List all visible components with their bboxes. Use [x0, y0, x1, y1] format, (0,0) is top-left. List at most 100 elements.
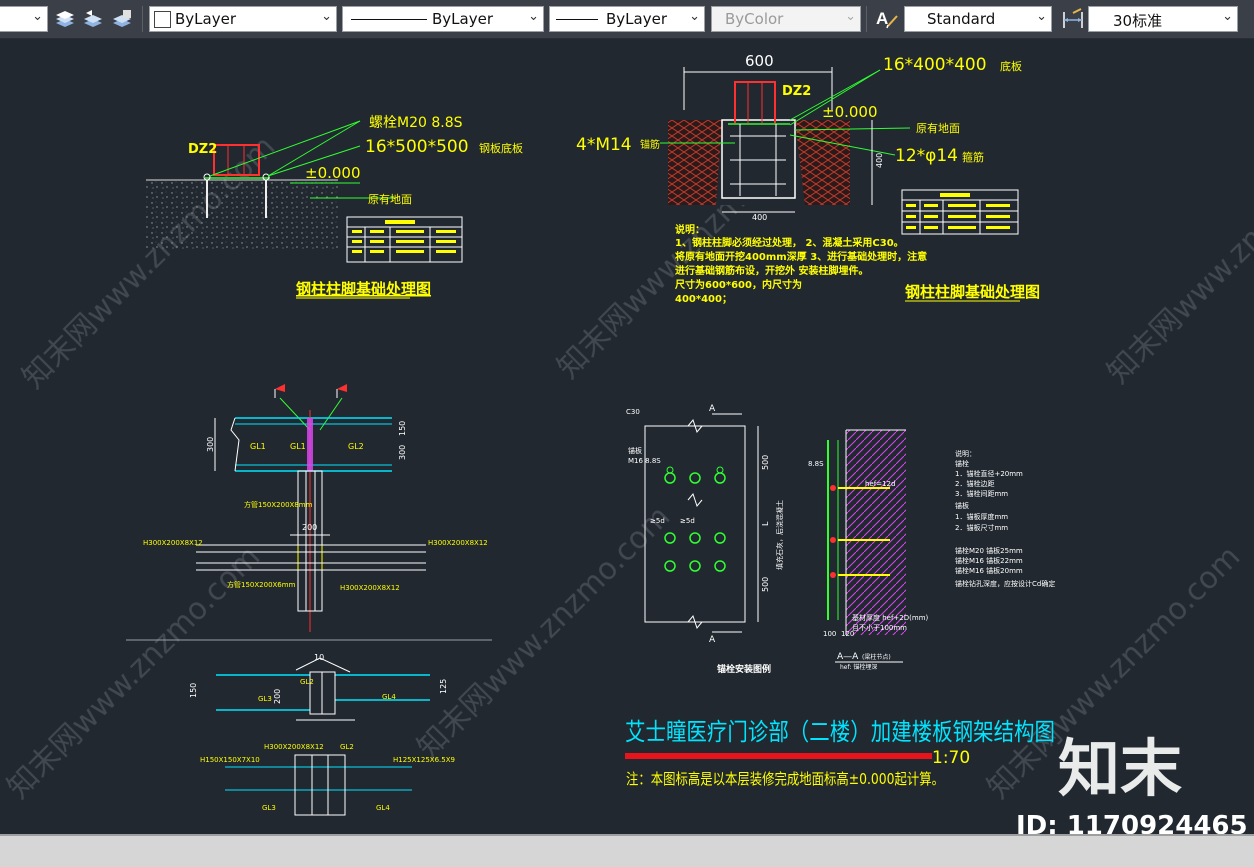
drawing-beam-connection-2: 10 GL3 GL2 GL4 150 200 125 H150X150X7X10…: [189, 653, 455, 816]
dim-150: 150: [398, 421, 407, 436]
section-mark: A: [709, 404, 716, 414]
plate-suffix: 底板: [1000, 59, 1022, 73]
color-swatch: [154, 11, 171, 28]
layer-state-dropdown[interactable]: ⌄: [0, 6, 48, 32]
dim-label: 10: [314, 653, 324, 662]
lineweight-dropdown[interactable]: ByLayer ⌄: [549, 6, 705, 32]
gl1b-label: GL1: [290, 442, 306, 451]
rebar-suffix: 箍筋: [962, 150, 984, 164]
wall-hatch: [846, 430, 906, 635]
drawing-title: 钢柱柱脚基础处理图: [296, 280, 431, 298]
text-style-dropdown[interactable]: Standard ⌄: [904, 6, 1052, 32]
note-line: 尺寸为600*600，内尺寸为: [675, 278, 802, 291]
note-line: 将原有地面开挖400mm深厚 3、进行基础处理时，注意: [675, 250, 927, 263]
main-title: 艾士瞳医疗门诊部（二楼）加建楼板钢架结构图: [625, 718, 1055, 746]
legend-title: 说明：: [955, 449, 976, 458]
gl2-label: GL2: [348, 442, 364, 451]
bolt-label: 8.8S: [808, 460, 824, 468]
dim-125: 125: [439, 679, 448, 694]
title-underline: [625, 753, 932, 759]
lineweight-value: ByLayer: [606, 10, 667, 28]
legend-line: 1．锚栓直径+20mm: [955, 469, 1023, 478]
model-space-canvas[interactable]: 知末网www.znzmo.com 知末网www.znzmo.com 知末网www…: [0, 39, 1254, 834]
dim-b: 120: [841, 630, 854, 638]
top-note: 方管150X200X8mm: [244, 500, 313, 509]
drawing-note: 注：本图标高是以本层装修完成地面标高±0.000起计算。: [626, 770, 944, 788]
h-mid-label: H300X200X8X12: [340, 584, 400, 592]
layer-match-icon[interactable]: [53, 6, 77, 32]
plotstyle-dropdown[interactable]: ByColor ⌄: [711, 6, 861, 32]
anchor-suffix: 锚筋: [640, 138, 660, 151]
legend-line: 1．锚板厚度mm: [955, 512, 1008, 521]
drawing-title: 钢柱柱脚基础处理图: [905, 283, 1040, 301]
toolbar-separator: [866, 6, 867, 32]
chevron-down-icon: ⌄: [528, 9, 539, 24]
drawing-column-base-1: DZ2 螺栓M20 8.8S 16*500*500 钢板底板 ±0.000 原有…: [146, 115, 523, 299]
lineweight-preview: [556, 19, 598, 20]
properties-toolbar: ⌄ ByLayer ⌄ ByLayer ⌄ ByLayer ⌄ ByColor …: [0, 0, 1254, 39]
dim-style-icon[interactable]: [1060, 6, 1086, 32]
dim-a: 100: [823, 630, 836, 638]
dim-500: 500: [761, 455, 770, 470]
note-line: 说明：: [675, 223, 705, 236]
section-title: A—A: [837, 652, 859, 662]
color-dropdown[interactable]: ByLayer ⌄: [149, 6, 337, 32]
chevron-down-icon: ⌄: [321, 9, 332, 24]
gl1-label: GL1: [250, 442, 266, 451]
hef-label: hef=12d: [865, 480, 895, 488]
toolbar-separator: [142, 6, 143, 32]
h-right-label: H125X125X6.5X9: [393, 756, 455, 764]
h-left-label: H150X150X7X10: [200, 756, 260, 764]
layer-isolate-icon[interactable]: [110, 6, 134, 32]
legend-line: 3．锚栓间距mm: [955, 489, 1008, 498]
anchor-bolts: [664, 466, 726, 572]
dim-400: 400: [752, 213, 767, 222]
text-style-icon[interactable]: A: [874, 6, 900, 32]
dim-300: 300: [206, 437, 215, 452]
legend: 说明： 锚栓 1．锚栓直径+20mm 2．锚栓边距 3．锚栓间距mm 锚板 1．…: [955, 449, 1055, 588]
legend-line: 锚板: [955, 501, 969, 510]
drawing-section-aa: 8.8S hef=12d 基材厚度 hef+2D(mm) 且不小于100mm 1…: [808, 429, 1055, 671]
level-label: ±0.000: [822, 103, 878, 121]
dim-600: 600: [745, 52, 774, 70]
chevron-down-icon: ⌄: [32, 9, 43, 24]
plate-suffix: 钢板底板: [479, 141, 523, 155]
note-line: 400*400；: [675, 294, 732, 305]
legend-line: 锚栓钻孔深度，应按设计Cd确定: [955, 579, 1055, 588]
note-line: 进行基础钢筋布设，开挖外 安装柱脚埋件。: [675, 264, 868, 277]
text-style-value: Standard: [927, 10, 996, 28]
chevron-down-icon: ⌄: [689, 9, 700, 24]
status-bar: [0, 834, 1254, 867]
section-mark: A: [709, 635, 716, 645]
h-right-label: H300X200X8X12: [428, 539, 488, 547]
rebar-label: 12*φ14: [895, 146, 958, 166]
layer-previous-icon[interactable]: [81, 6, 105, 32]
watermark-text: 知末网www.znzmo.com: [1101, 124, 1254, 390]
h-mid-label: H300X200X8X12: [264, 743, 324, 751]
legend-line: 2．锚栓边距: [955, 479, 994, 488]
dim-L: L: [761, 521, 770, 526]
concrete-ground: [146, 180, 338, 250]
linetype-value: ByLayer: [432, 10, 493, 28]
gl3b-label: GL3: [262, 804, 276, 812]
gl3-label: GL3: [258, 695, 272, 703]
edge-dist: ≥5d: [650, 517, 665, 525]
legend-line: 2．锚板尺寸mm: [955, 523, 1008, 532]
c30-label: C30: [626, 408, 640, 416]
svg-text:A: A: [876, 9, 888, 28]
scale-label: 1:70: [932, 748, 970, 768]
bolt-label: M16 8.8S: [628, 457, 661, 465]
dim-500b: 500: [761, 577, 770, 592]
id-label: ID: 1170924465: [1016, 811, 1248, 834]
dim-150: 150: [189, 683, 198, 698]
legend-line: 锚栓M20 锚板25mm: [955, 546, 1023, 555]
level-label: ±0.000: [305, 164, 361, 182]
dim-style-value: 30标准: [1113, 12, 1163, 30]
column-section: [734, 81, 776, 125]
section-sub: (梁柱节点): [862, 653, 891, 661]
ground-label: 原有地面: [368, 192, 412, 206]
linetype-dropdown[interactable]: ByLayer ⌄: [342, 6, 544, 32]
dim-style-dropdown[interactable]: 30标准 ⌄: [1088, 6, 1238, 32]
logo-text: 知末: [1058, 732, 1182, 805]
plate-label: 16*500*500: [365, 137, 469, 157]
